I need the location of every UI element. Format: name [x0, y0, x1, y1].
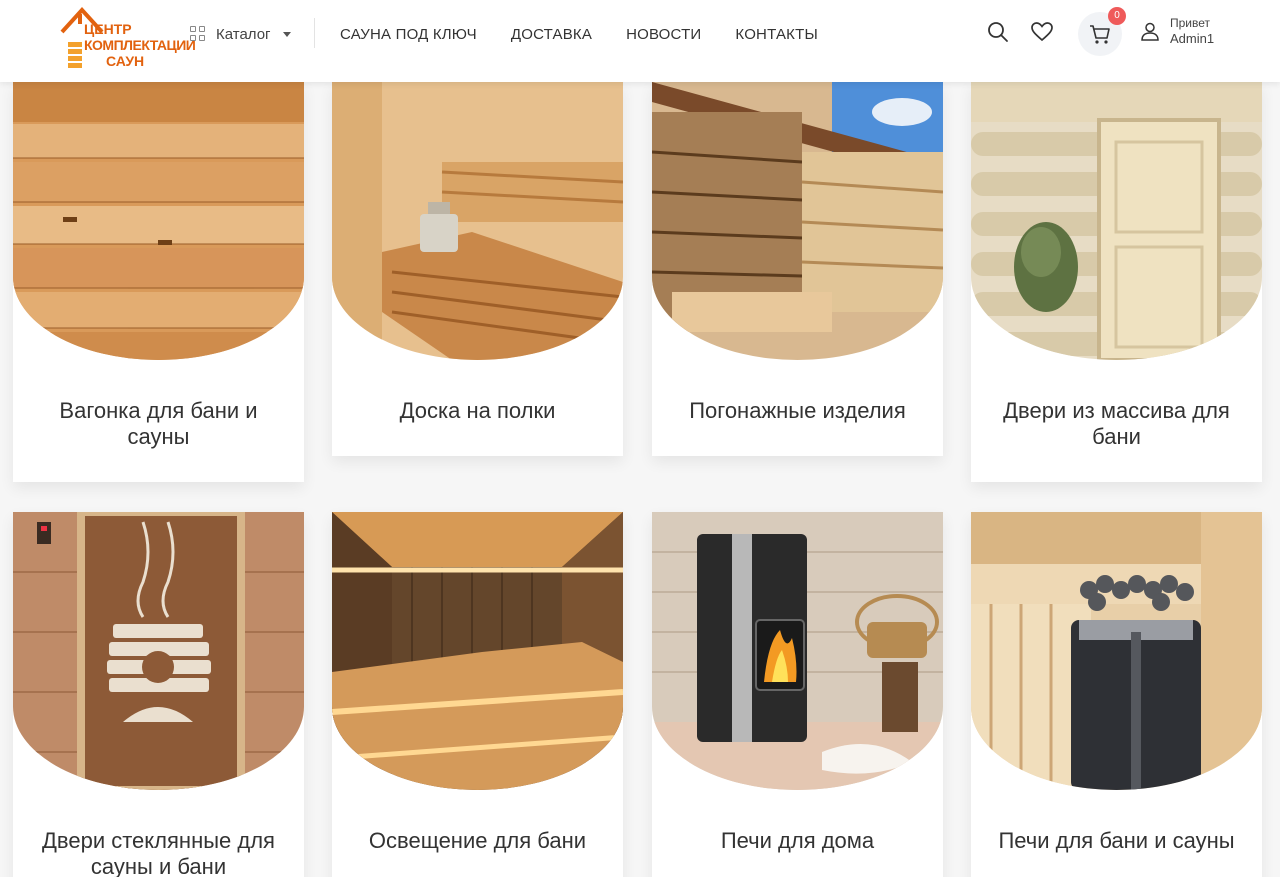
category-image: [652, 512, 943, 790]
catalog-label: Каталог: [216, 25, 271, 43]
divider: [314, 18, 315, 48]
category-title[interactable]: Погонажные изделия: [652, 398, 943, 424]
logo-line-1: ЦЕНТР: [84, 21, 132, 37]
logo-line-2: КОМПЛЕКТАЦИИ: [84, 37, 196, 53]
category-image: [971, 82, 1262, 360]
category-image: [13, 82, 304, 360]
category-image: [13, 512, 304, 790]
nav-link-contacts[interactable]: КОНТАКТЫ: [735, 26, 818, 43]
category-card[interactable]: Двери стеклянные для сауны и бани: [13, 512, 304, 877]
grid-icon: [190, 26, 206, 42]
heart-icon[interactable]: [1030, 20, 1054, 44]
category-card[interactable]: Печи для дома: [652, 512, 943, 877]
category-title[interactable]: Двери из массива для бани: [971, 398, 1262, 450]
category-card[interactable]: Освещение для бани: [332, 512, 623, 877]
category-title[interactable]: Двери стеклянные для сауны и бани: [13, 828, 304, 877]
category-image: [971, 512, 1262, 790]
user-greeting: Привет: [1170, 16, 1211, 30]
category-title[interactable]: Освещение для бани: [332, 828, 623, 854]
category-title[interactable]: Печи для бани и сауны: [971, 828, 1262, 854]
user-name: Admin1: [1170, 31, 1215, 46]
category-title[interactable]: Печи для дома: [652, 828, 943, 854]
category-card[interactable]: Погонажные изделия: [652, 82, 943, 456]
main-nav: САУНА ПОД КЛЮЧ ДОСТАВКА НОВОСТИ КОНТАКТЫ: [340, 26, 818, 43]
category-card[interactable]: Доска на полки: [332, 82, 623, 456]
nav-link-sauna-turnkey[interactable]: САУНА ПОД КЛЮЧ: [340, 26, 477, 43]
user-icon: [1141, 22, 1159, 41]
category-image: [652, 82, 943, 360]
nav-link-delivery[interactable]: ДОСТАВКА: [511, 26, 592, 43]
category-title[interactable]: Доска на полки: [332, 398, 623, 424]
cart-count-badge: 0: [1108, 7, 1126, 25]
logo-line-3: САУН: [106, 53, 145, 69]
search-icon[interactable]: [986, 20, 1010, 44]
chevron-down-icon: [282, 31, 291, 37]
catalog-dropdown[interactable]: Каталог: [190, 22, 291, 46]
nav-link-news[interactable]: НОВОСТИ: [626, 26, 701, 43]
user-account[interactable]: Привет Admin1: [1140, 16, 1214, 46]
category-image: [332, 512, 623, 790]
category-image: [332, 82, 623, 360]
category-title[interactable]: Вагонка для бани и сауны: [13, 398, 304, 450]
site-header: ЦЕНТР КОМПЛЕКТАЦИИ САУН Каталог САУНА ПО…: [0, 0, 1280, 82]
logo[interactable]: ЦЕНТР КОМПЛЕКТАЦИИ САУН: [60, 2, 196, 74]
category-card[interactable]: Печи для бани и сауны: [971, 512, 1262, 877]
category-card[interactable]: Двери из массива для бани: [971, 82, 1262, 482]
category-card[interactable]: Вагонка для бани и сауны: [13, 82, 304, 482]
